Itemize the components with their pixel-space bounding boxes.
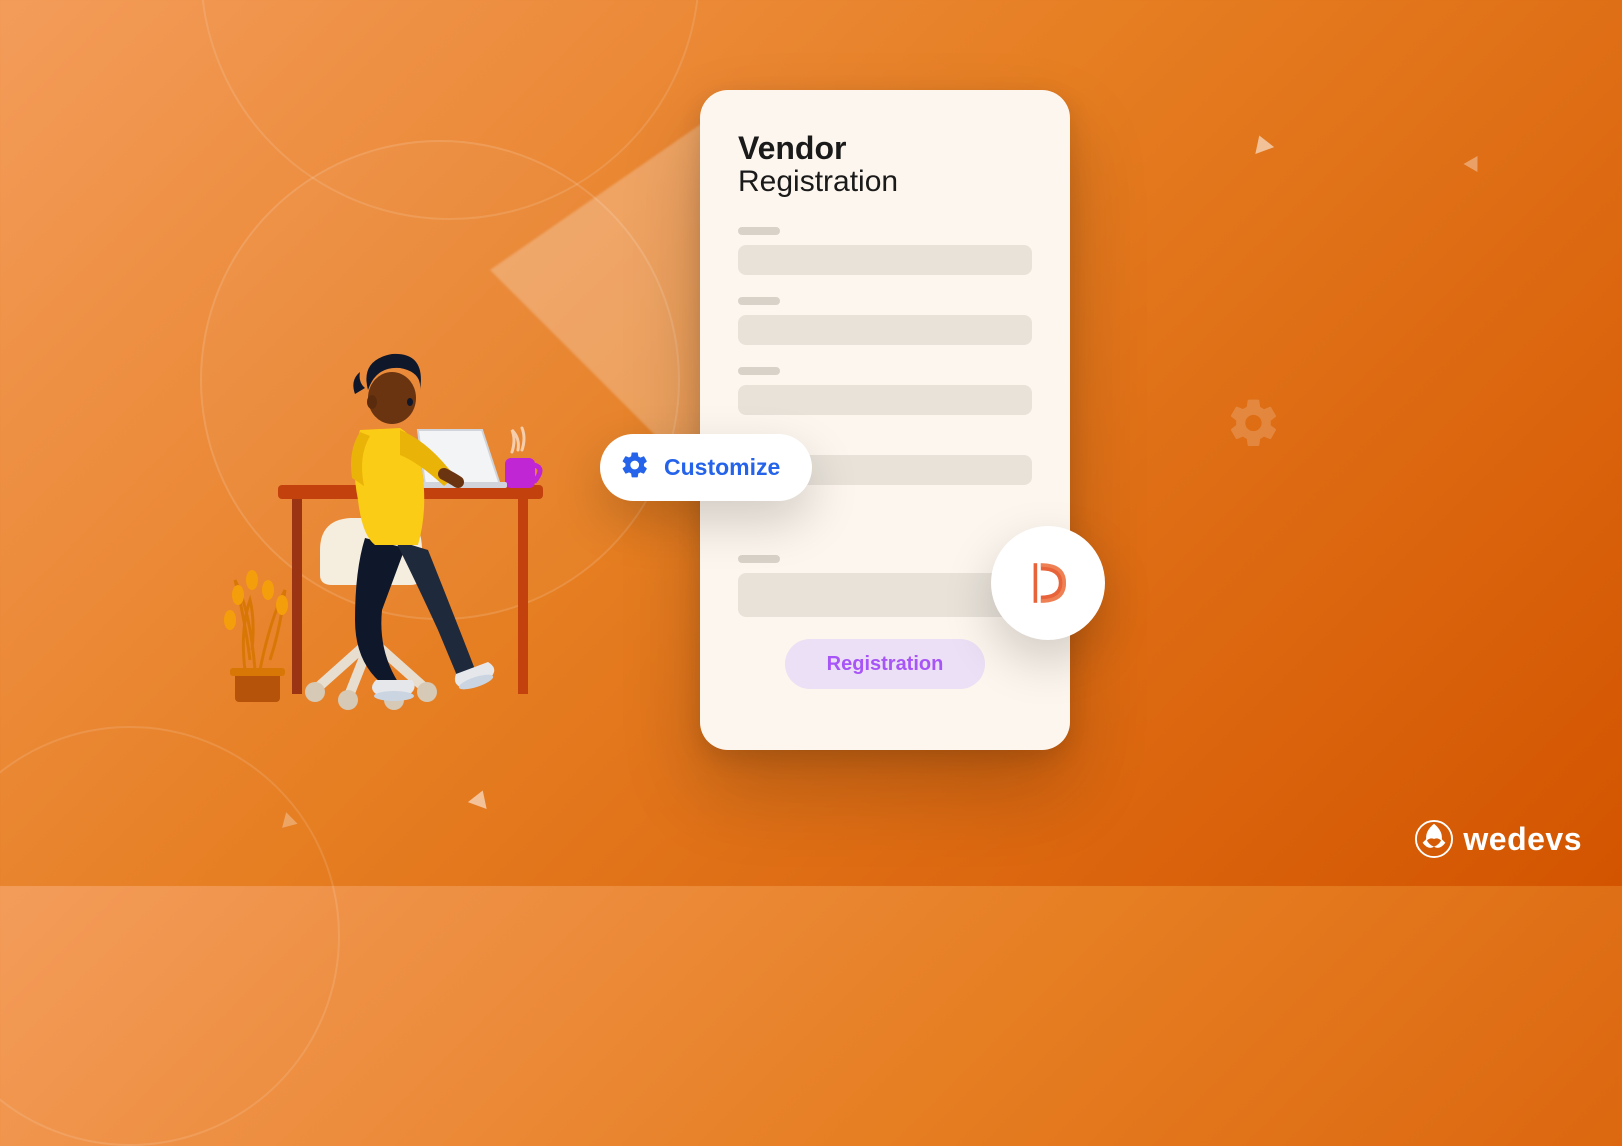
field-label-placeholder: [738, 297, 780, 305]
form-field: [738, 555, 1032, 617]
customize-label: Customize: [664, 454, 780, 481]
form-title-light: Registration: [738, 165, 1032, 199]
form-title-bold: Vendor: [738, 130, 1032, 167]
form-field: [738, 227, 1032, 275]
field-label-placeholder: [738, 227, 780, 235]
customize-button[interactable]: Customize: [600, 434, 812, 501]
dokan-badge: [991, 526, 1105, 640]
bg-circle: [0, 726, 340, 1146]
field-label-placeholder: [738, 555, 780, 563]
field-label-placeholder: [738, 367, 780, 375]
form-title: Vendor Registration: [738, 130, 1032, 199]
gear-icon: [1226, 395, 1282, 456]
field-input-placeholder[interactable]: [738, 385, 1032, 415]
form-field: [738, 367, 1032, 415]
person-at-desk-illustration: [200, 290, 620, 730]
field-input-placeholder[interactable]: [738, 245, 1032, 275]
bg-triangle: [468, 787, 492, 809]
registration-button-label: Registration: [827, 653, 944, 676]
field-input-placeholder[interactable]: [738, 315, 1032, 345]
bg-triangle: [1250, 132, 1274, 154]
registration-form-card: Vendor Registration Registration: [700, 90, 1070, 750]
wedevs-logo: wedevs: [1415, 820, 1582, 858]
bg-triangle: [1464, 152, 1485, 172]
gear-icon: [620, 450, 650, 485]
registration-button[interactable]: Registration: [785, 639, 985, 689]
form-field: [738, 297, 1032, 345]
dokan-d-icon: [1021, 556, 1075, 610]
field-input-placeholder[interactable]: [738, 573, 1032, 617]
wedevs-logo-text: wedevs: [1463, 821, 1582, 858]
wedevs-logo-icon: [1415, 820, 1453, 858]
